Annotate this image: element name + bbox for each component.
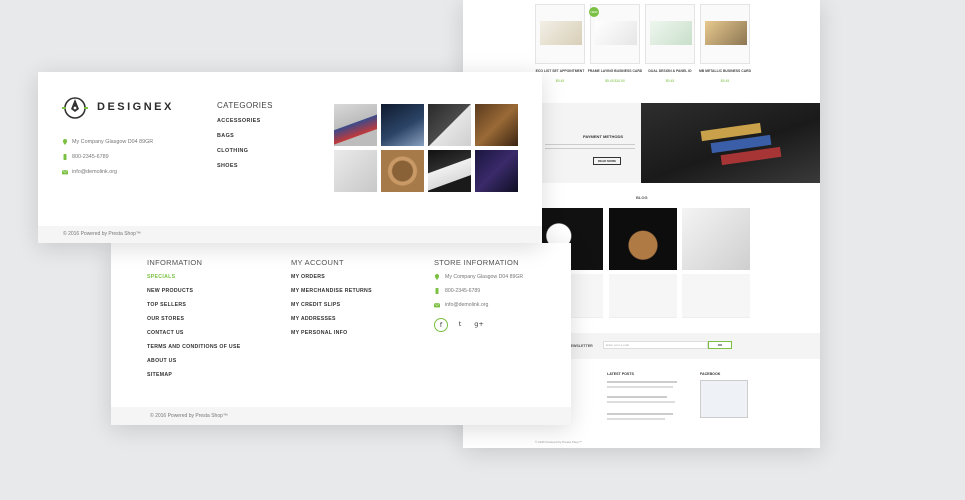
category-link-bags[interactable]: BAGS: [217, 133, 234, 139]
company-phone: 800-2345-6789: [72, 154, 109, 160]
facebook-heading: FACEBOOK: [700, 372, 721, 376]
payment-title: PAYMENT METHODS: [583, 134, 624, 139]
footer-copyright-bar: © 2016 Powered by Presta Shop™: [111, 407, 571, 425]
designex-copyright-bar: © 2016 Powered by Presta Shop™: [38, 226, 542, 243]
newsletter-submit-button[interactable]: OK: [708, 341, 732, 349]
gallery-thumbnail[interactable]: [475, 104, 518, 146]
store-phone: 800-2345-6789: [445, 288, 481, 294]
product-name[interactable]: DUAL DESIGN & PANEL ID: [642, 69, 698, 73]
company-email[interactable]: info@demolink.org: [72, 169, 117, 175]
categories-heading: CATEGORIES: [217, 101, 273, 110]
footer-link-sitemap[interactable]: SITEMAP: [147, 372, 172, 378]
footer-link-terms[interactable]: TERMS AND CONDITIONS OF USE: [147, 344, 241, 350]
latest-posts-heading: LATEST POSTS: [607, 372, 634, 376]
product-name[interactable]: FRAME LAYING BUSINESS CARD: [587, 69, 643, 73]
footer-link-my-orders[interactable]: MY ORDERS: [291, 274, 325, 280]
footer-link-new-products[interactable]: NEW PRODUCTS: [147, 288, 193, 294]
footer-panel: INFORMATION SPECIALS NEW PRODUCTS TOP SE…: [111, 243, 571, 425]
copyright: © 2016 Powered by Presta Shop™: [63, 231, 141, 237]
store-email[interactable]: info@demolink.org: [445, 302, 488, 308]
category-link-shoes[interactable]: SHOES: [217, 163, 238, 169]
gallery-thumbnail[interactable]: [334, 150, 377, 192]
blog-excerpt: [682, 274, 750, 318]
footer-link-personal-info[interactable]: MY PERSONAL INFO: [291, 330, 348, 336]
product-name[interactable]: MB METALLIC BUSINESS CARD: [697, 69, 753, 73]
phone-icon: [435, 288, 439, 294]
blog-excerpt: [609, 274, 677, 318]
product-card[interactable]: [645, 4, 695, 64]
email-icon: [434, 303, 440, 308]
google-plus-icon[interactable]: g+: [472, 318, 486, 332]
gallery-thumbnail[interactable]: [428, 104, 471, 146]
product-price: $9.45: [720, 79, 730, 83]
copyright: © 2016 Powered by Presta Shop™: [150, 413, 228, 419]
footer-link-top-sellers[interactable]: TOP SELLERS: [147, 302, 186, 308]
newsletter-input[interactable]: Enter your e-mail: [603, 341, 708, 349]
location-icon: [434, 274, 440, 280]
footer-link-addresses[interactable]: MY ADDRESSES: [291, 316, 336, 322]
copyright: © 2016 Powered by Presta Shop™: [535, 440, 582, 444]
new-badge: NEW: [589, 7, 599, 17]
footer-link-our-stores[interactable]: OUR STORES: [147, 316, 184, 322]
footer-link-specials[interactable]: SPECIALS: [147, 274, 175, 280]
read-more-button[interactable]: READ MORE: [593, 157, 621, 165]
category-link-clothing[interactable]: CLOTHING: [217, 148, 248, 154]
product-card[interactable]: [700, 4, 750, 64]
twitter-icon[interactable]: t: [453, 318, 467, 332]
footer-link-about-us[interactable]: ABOUT US: [147, 358, 177, 364]
blog-image[interactable]: [682, 208, 750, 270]
store-information-heading: STORE INFORMATION: [434, 258, 519, 267]
phone-icon: [63, 154, 67, 160]
footer-link-merchandise-returns[interactable]: MY MERCHANDISE RETURNS: [291, 288, 372, 294]
footer-link-credit-slips[interactable]: MY CREDIT SLIPS: [291, 302, 340, 308]
facebook-icon[interactable]: f: [434, 318, 448, 332]
blog-title: BLOG: [636, 195, 648, 200]
product-card[interactable]: [535, 4, 585, 64]
footer-link-contact-us[interactable]: CONTACT US: [147, 330, 184, 336]
email-icon: [62, 170, 68, 175]
product-price: $9.45 $10.50: [605, 79, 625, 83]
gallery-thumbnail[interactable]: [381, 150, 424, 192]
gallery-thumbnail[interactable]: [334, 104, 377, 146]
location-icon: [62, 139, 68, 145]
product-price: $9.45: [665, 79, 675, 83]
company-address: My Company Glasgow D04 89GR: [72, 139, 154, 145]
wallet-image: [641, 103, 820, 183]
designex-footer-panel: DESIGNEX My Company Glasgow D04 89GR 800…: [38, 72, 542, 243]
facebook-widget[interactable]: [700, 380, 748, 418]
designex-logo-icon: [62, 97, 88, 119]
category-link-accessories[interactable]: ACCESSORIES: [217, 118, 261, 124]
gallery-thumbnail[interactable]: [428, 150, 471, 192]
information-heading: INFORMATION: [147, 258, 203, 267]
my-account-heading: MY ACCOUNT: [291, 258, 344, 267]
gallery-thumbnail[interactable]: [475, 150, 518, 192]
newsletter-label: NEWSLETTER: [568, 344, 593, 348]
designex-logo[interactable]: DESIGNEX: [97, 101, 174, 113]
store-address: My Company Glasgow D04 89GR: [445, 274, 524, 280]
gallery-thumbnail[interactable]: [381, 104, 424, 146]
blog-image[interactable]: [609, 208, 677, 270]
